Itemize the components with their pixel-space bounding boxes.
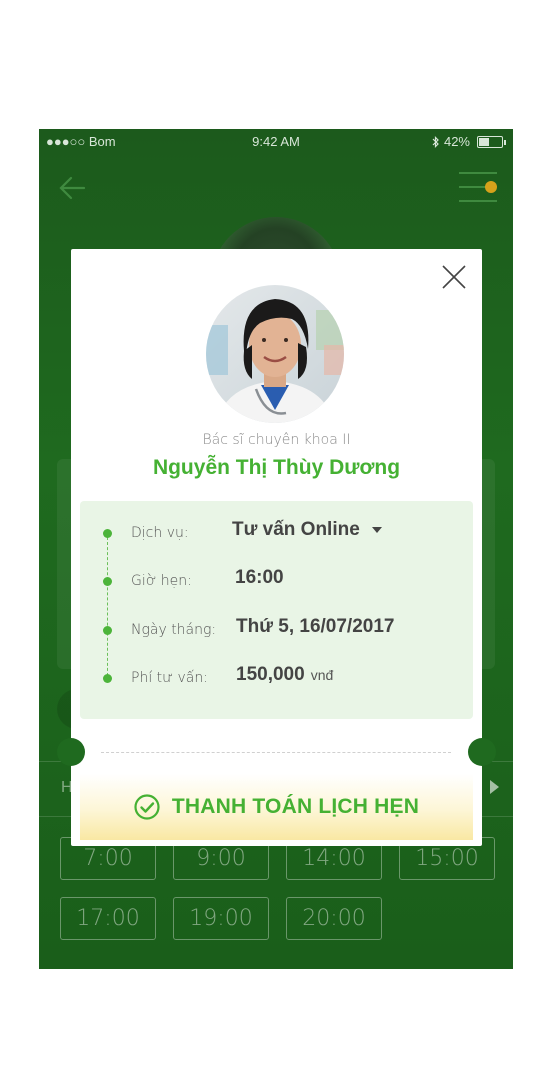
service-row[interactable]: Dịch vụ: Tư vấn Online [80, 519, 473, 549]
service-value: Tư vấn Online [232, 519, 360, 540]
check-circle-icon [134, 794, 160, 820]
timeline-dot [103, 577, 112, 586]
fee-value: 150,000 vnđ [236, 664, 333, 686]
ticket-divider [101, 752, 451, 753]
doctor-name: Nguyễn Thị Thùy Dương [152, 456, 401, 479]
appointment-details: Dịch vụ: Tư vấn Online Giờ hẹn: 16:00 Ng… [80, 501, 473, 719]
fee-label: Phí tư vấn: [131, 670, 208, 686]
date-row: Ngày tháng: Thứ 5, 16/07/2017 [80, 616, 473, 646]
time-value: 16:00 [235, 567, 284, 589]
timeline-dot [103, 674, 112, 683]
time-slot[interactable]: 19:00 [173, 897, 269, 940]
status-right: 42% [432, 134, 506, 149]
appointment-modal: Bác sĩ chuyên khoa II Nguyễn Thị Thùy Dư… [57, 249, 496, 846]
timeline-dot [103, 626, 112, 635]
service-label: Dịch vụ: [131, 525, 189, 541]
pay-button-label: THANH TOÁN LỊCH HẸN [171, 795, 420, 818]
fee-unit: vnđ [310, 667, 334, 683]
chevron-down-icon [371, 527, 382, 533]
date-label: Ngày tháng: [131, 622, 217, 638]
time-value-text: 16:00 [235, 567, 284, 588]
ticket-notch-right [468, 738, 496, 766]
time-slot[interactable]: 20:00 [286, 897, 382, 940]
battery-icon [477, 135, 506, 148]
bluetooth-icon [432, 135, 439, 148]
pay-appointment-button[interactable]: THANH TOÁN LỊCH HẸN [80, 774, 473, 840]
back-arrow-icon[interactable] [57, 173, 87, 203]
status-bar: ●●●○○ Bom 9:42 AM 42% [39, 129, 513, 155]
service-dropdown[interactable]: Tư vấn Online [232, 519, 382, 541]
fee-row: Phí tư vấn: 150,000 vnđ [80, 664, 473, 694]
time-slot[interactable]: 17:00 [60, 897, 156, 940]
filter-menu-icon[interactable] [457, 169, 499, 209]
date-value-text: Thứ 5, 16/07/2017 [236, 616, 395, 637]
timeline-line [107, 537, 108, 681]
time-row: Giờ hẹn: 16:00 [80, 567, 473, 597]
fee-amount: 150,000 [236, 664, 305, 685]
battery-percent: 42% [443, 134, 470, 149]
ticket-notch-left [57, 738, 85, 766]
doctor-avatar [206, 285, 344, 423]
time-label: Giờ hẹn: [131, 573, 192, 589]
next-day-icon[interactable] [490, 780, 499, 794]
doctor-specialty: Bác sĩ chuyên khoa II [202, 432, 351, 448]
timeline-dot [103, 529, 112, 538]
date-value: Thứ 5, 16/07/2017 [236, 616, 394, 638]
close-icon[interactable] [440, 263, 468, 291]
